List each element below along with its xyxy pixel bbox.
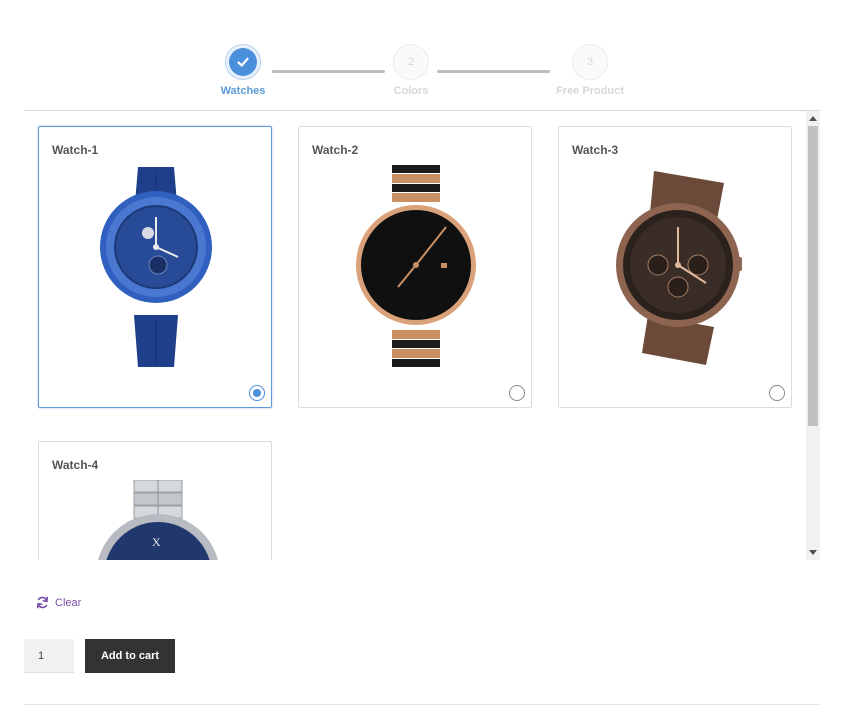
blue-watch-image — [100, 167, 212, 367]
product-card-watch-3[interactable]: Watch-3 — [558, 126, 792, 408]
black-gold-watch-image — [356, 165, 476, 367]
scroll-thumb[interactable] — [808, 126, 818, 426]
svg-text:X: X — [152, 535, 161, 549]
product-radio[interactable] — [769, 385, 785, 401]
product-title: Watch-3 — [572, 143, 619, 157]
scroll-down-arrow-icon[interactable] — [809, 550, 817, 555]
step-number: 2 — [393, 44, 429, 80]
step-number: 3 — [572, 44, 608, 80]
step-circle — [225, 44, 261, 80]
scroll-up-arrow-icon[interactable] — [809, 116, 817, 121]
step-free-product[interactable]: 3 Free Product — [535, 44, 645, 97]
step-connector — [437, 70, 550, 73]
divider — [24, 704, 820, 705]
product-radio[interactable] — [509, 385, 525, 401]
checkmark-icon — [237, 57, 249, 67]
product-card-watch-4[interactable]: Watch-4 X — [38, 441, 272, 560]
clear-link[interactable]: Clear — [36, 596, 81, 609]
brown-chronograph-watch-image — [616, 171, 742, 365]
product-title: Watch-4 — [52, 458, 99, 472]
step-label: Watches — [220, 85, 266, 97]
quantity-input[interactable] — [24, 639, 74, 673]
product-card-watch-1[interactable]: Watch-1 — [38, 126, 272, 408]
product-title: Watch-2 — [312, 143, 359, 157]
scrollbar[interactable] — [806, 111, 820, 560]
step-label: Colors — [393, 85, 429, 97]
step-progress: Watches 2 Colors 3 Free Product — [0, 0, 853, 110]
clear-label: Clear — [55, 596, 82, 609]
step-label: Free Product — [556, 85, 624, 97]
product-grid[interactable]: Watch-1 Watch-2 Watch-3 Watch-4 X — [24, 111, 820, 560]
product-radio[interactable] — [249, 385, 265, 401]
product-title: Watch-1 — [52, 143, 99, 157]
product-card-watch-2[interactable]: Watch-2 — [298, 126, 532, 408]
refresh-icon — [36, 596, 49, 609]
silver-watch-image: X — [98, 480, 218, 560]
add-to-cart-button[interactable]: Add to cart — [85, 639, 175, 673]
